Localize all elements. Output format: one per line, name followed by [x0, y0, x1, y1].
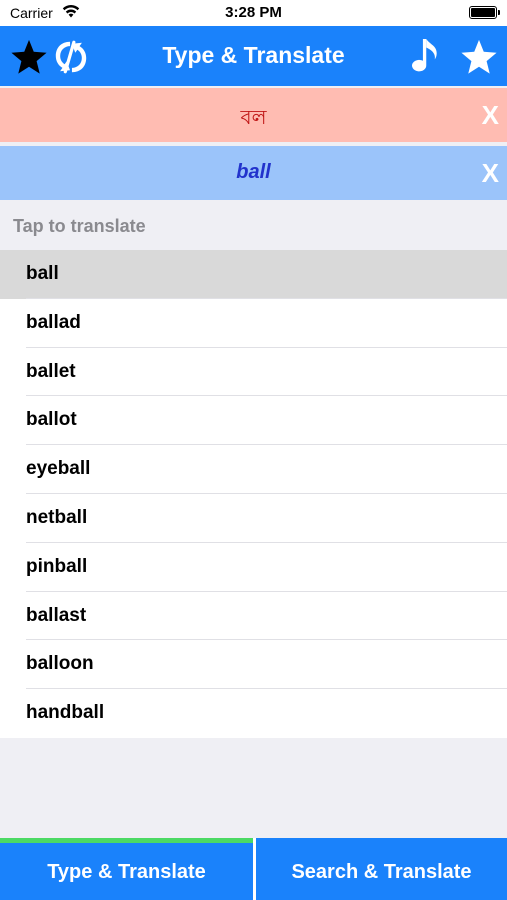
list-item-label: ballad [26, 311, 81, 333]
section-header: Tap to translate [0, 202, 507, 250]
list-item-label: ballet [26, 360, 76, 382]
list-item-label: ballast [26, 604, 87, 626]
list-item-label: ballot [26, 409, 77, 431]
list-item[interactable]: ballet [0, 347, 507, 397]
list-item-label: pinball [26, 555, 88, 577]
battery-icon [469, 6, 500, 19]
app-screen: Carrier 3:28 PM Type & Translate বল X ba… [0, 0, 507, 900]
music-note-icon[interactable] [412, 34, 450, 80]
source-text-row[interactable]: বল X [0, 88, 507, 142]
suggestion-list: ball ballad ballet ballot eyeball netball pinb… [0, 250, 507, 738]
section-header-label: Tap to translate [13, 216, 146, 236]
list-item[interactable]: eyeball [0, 445, 507, 494]
list-item[interactable]: pinball [0, 542, 507, 592]
list-item-label: ball [26, 263, 59, 284]
list-item-label: balloon [26, 653, 94, 675]
list-item-label: eyeball [26, 458, 91, 480]
star-icon[interactable] [460, 38, 498, 76]
active-tab-indicator [0, 838, 253, 843]
tab-type-translate-label: Type & Translate [47, 861, 206, 883]
tab-bar: Type & Translate Search & Translate [0, 838, 507, 900]
target-text-row[interactable]: ball X [0, 146, 507, 200]
tab-search-translate[interactable]: Search & Translate [256, 838, 507, 900]
list-item[interactable]: netball [0, 493, 507, 543]
list-item[interactable]: ballad [0, 298, 507, 348]
clear-target-button[interactable]: X [482, 158, 499, 189]
source-text: বল [240, 105, 267, 129]
list-item[interactable]: ball [0, 250, 507, 299]
list-item-label: netball [26, 506, 88, 528]
target-text: ball [236, 161, 271, 183]
tab-type-translate[interactable]: Type & Translate [0, 838, 253, 900]
list-item-label: handball [26, 702, 105, 724]
tab-search-translate-label: Search & Translate [291, 861, 472, 883]
list-item[interactable]: handball [0, 689, 507, 738]
status-bar: Carrier 3:28 PM [0, 0, 507, 26]
status-time: 3:28 PM [225, 4, 282, 21]
list-item[interactable]: ballast [0, 591, 507, 641]
list-item[interactable]: balloon [0, 640, 507, 690]
nav-bar: Type & Translate [0, 26, 507, 86]
list-item[interactable]: ballot [0, 396, 507, 446]
clear-source-button[interactable]: X [482, 100, 499, 131]
